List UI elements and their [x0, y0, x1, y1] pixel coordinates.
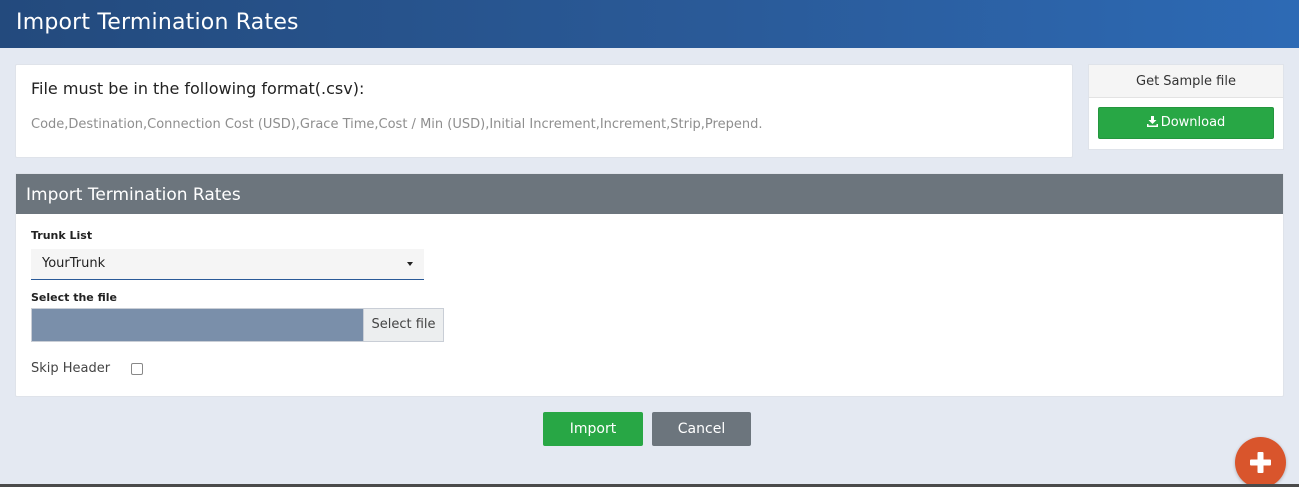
plus-icon	[1250, 452, 1271, 473]
import-panel-title: Import Termination Rates	[16, 174, 1283, 214]
trunk-select-value: YourTrunk	[42, 256, 106, 271]
caret-down-icon	[407, 262, 413, 266]
trunk-select[interactable]: YourTrunk	[31, 249, 424, 280]
file-path-input[interactable]	[32, 309, 363, 341]
format-card: File must be in the following format(.cs…	[15, 64, 1073, 158]
add-fab-button[interactable]	[1235, 437, 1286, 487]
page-title: Import Termination Rates	[16, 10, 299, 35]
format-fields: Code,Destination,Connection Cost (USD),G…	[31, 117, 763, 132]
format-title: File must be in the following format(.cs…	[31, 79, 365, 98]
file-picker: Select file	[31, 308, 444, 342]
select-file-label: Select the file	[31, 291, 117, 304]
cancel-button[interactable]: Cancel	[652, 412, 751, 446]
skip-header-label: Skip Header	[31, 361, 111, 376]
download-button-label: Download	[1160, 115, 1226, 130]
import-panel: Import Termination Rates Trunk List Your…	[15, 173, 1284, 397]
top-header: Import Termination Rates	[0, 0, 1299, 48]
sample-file-title: Get Sample file	[1089, 65, 1283, 98]
download-icon	[1146, 116, 1158, 127]
skip-header-checkbox[interactable]	[131, 363, 143, 375]
sample-file-card: Get Sample file Download	[1088, 64, 1284, 150]
import-button[interactable]: Import	[543, 412, 643, 446]
select-file-button[interactable]: Select file	[363, 309, 443, 341]
trunk-list-label: Trunk List	[31, 229, 93, 242]
download-button[interactable]: Download	[1098, 107, 1274, 139]
